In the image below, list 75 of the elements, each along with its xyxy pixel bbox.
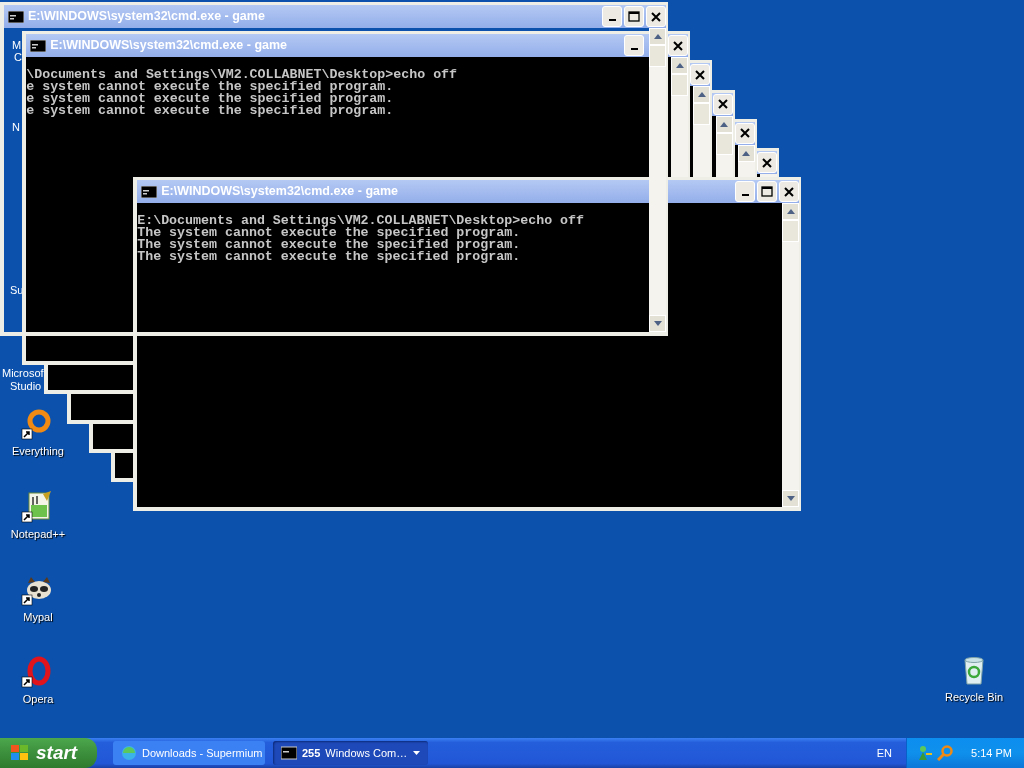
up-arrow-icon	[674, 62, 685, 70]
scroll-down-button[interactable]	[649, 315, 666, 332]
flag-icon	[10, 744, 30, 762]
icon-label[interactable]: M	[12, 39, 22, 51]
scroll-up-button[interactable]	[782, 203, 800, 221]
close-icon	[783, 185, 796, 198]
close-icon	[672, 39, 685, 52]
minimize-icon	[630, 48, 638, 51]
taskbar-button[interactable]: 255 Windows Com…	[273, 741, 428, 765]
up-arrow-icon	[785, 208, 796, 216]
scroll-up-button[interactable]	[693, 86, 711, 104]
scroll-up-button[interactable]	[671, 57, 689, 75]
maximize-icon	[761, 185, 774, 198]
clock: 5:14 PM	[971, 745, 1012, 761]
up-arrow-icon	[741, 149, 752, 157]
console-line: \Documents and Settings\VM2.COLLABNET\Desktop>echo off	[26, 69, 459, 82]
maximize-icon	[628, 10, 640, 23]
minimize-button[interactable]	[624, 35, 645, 57]
close-button[interactable]	[646, 6, 666, 27]
down-arrow-icon	[785, 495, 796, 503]
icon-label[interactable]: Everything	[12, 443, 64, 460]
browser-icon	[121, 745, 137, 761]
scroll-down-button[interactable]	[782, 490, 800, 508]
minimize-icon	[608, 19, 616, 21]
scroll-thumb[interactable]	[782, 220, 800, 243]
scroll-thumb[interactable]	[693, 103, 711, 126]
minimize-icon	[741, 194, 749, 197]
up-arrow-icon	[696, 91, 707, 99]
icon-label[interactable]: Recycle Bin	[944, 689, 1004, 706]
start-button[interactable]: start	[0, 738, 97, 768]
window-title: E:\WINDOWS\system32\cmd.exe - game	[28, 8, 266, 26]
close-icon	[650, 10, 662, 23]
console-icon	[281, 745, 297, 761]
up-arrow-icon	[652, 33, 663, 40]
icon-label[interactable]: Mypal	[23, 609, 53, 626]
maximize-button[interactable]	[757, 181, 778, 203]
scroll-up-button[interactable]	[649, 28, 666, 45]
scroll-thumb[interactable]	[649, 45, 666, 67]
window-title: E:\WINDOWS\system32\cmd.exe - game	[161, 183, 400, 201]
minimize-button[interactable]	[602, 6, 622, 27]
taskbar-button[interactable]: Downloads - Supermium	[113, 741, 265, 765]
close-button[interactable]	[779, 181, 800, 203]
close-button[interactable]	[712, 93, 733, 115]
icon-label[interactable]: Microsof	[2, 367, 44, 379]
close-icon	[716, 98, 729, 111]
close-icon	[761, 156, 773, 169]
caret-icon	[413, 751, 420, 755]
icon-label[interactable]: C	[14, 51, 22, 63]
icon-label[interactable]: Studio	[10, 380, 42, 392]
icon-label[interactable]: Opera	[22, 691, 54, 708]
up-arrow-icon	[719, 120, 730, 128]
icon-label[interactable]: N	[12, 121, 20, 133]
console-line: The system cannot execute the specified program.	[137, 251, 522, 264]
close-button[interactable]	[668, 35, 689, 57]
close-button[interactable]	[734, 122, 755, 144]
language-indicator[interactable]: EN	[876, 744, 893, 762]
console-icon	[8, 10, 24, 23]
minimize-button[interactable]	[735, 181, 756, 203]
console-line: e system cannot execute the specified program.	[26, 81, 394, 94]
console-line: e system cannot execute the specified program.	[26, 93, 395, 106]
close-button[interactable]	[690, 64, 711, 86]
console-line: E:\Documents and Settings\VM2.COLLABNET\Desktop>echo off	[137, 215, 586, 228]
window-title: E:\WINDOWS\system32\cmd.exe - game	[50, 37, 289, 55]
console-icon	[141, 185, 158, 198]
scroll-thumb[interactable]	[671, 74, 689, 97]
down-arrow-icon	[652, 320, 663, 327]
close-icon	[694, 68, 707, 81]
console-icon	[30, 39, 47, 52]
console-line: The system cannot execute the specified program.	[137, 239, 522, 252]
close-icon	[738, 127, 751, 140]
console-line: e system cannot execute the specified program.	[26, 105, 395, 118]
close-button[interactable]	[757, 152, 777, 173]
console-line: The system cannot execute the specified program.	[137, 227, 521, 240]
icon-label[interactable]: Notepad++	[10, 526, 66, 543]
maximize-button[interactable]	[624, 6, 644, 27]
